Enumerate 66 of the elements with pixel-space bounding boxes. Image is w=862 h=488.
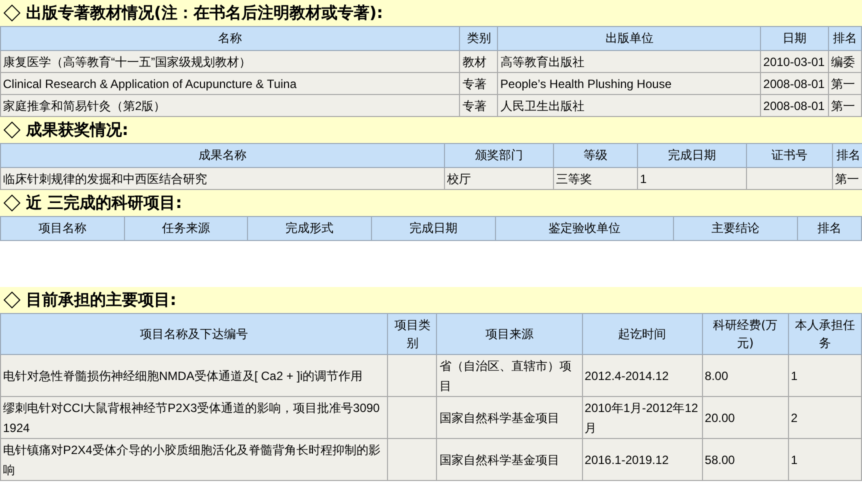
column-header: 起讫时间 <box>582 314 702 354</box>
table-cell: 康复医学（高等教育“十一五”国家级规划教材） <box>0 50 460 72</box>
table-cell: 8.00 <box>702 354 788 396</box>
table-cell: 2008-08-01 <box>760 94 829 116</box>
table-cell: 省（自治区、直辖市）项目 <box>436 354 582 396</box>
column-header: 出版单位 <box>498 26 761 50</box>
table-cell: 国家自然科学基金项目 <box>436 396 582 438</box>
table-cell: Clinical Research & Application of Acupuncture & Tuina <box>0 72 460 94</box>
column-header: 证书号 <box>746 144 832 168</box>
column-header: 类别 <box>460 26 498 50</box>
column-header: 名称 <box>0 26 460 50</box>
table-cell: 高等教育出版社 <box>498 50 761 72</box>
column-header: 完成形式 <box>248 216 372 240</box>
table-cell: 2010-03-01 <box>760 50 829 72</box>
column-header: 科研经费(万元) <box>702 314 788 354</box>
table-cell: 2012.4-2014.12 <box>582 354 702 396</box>
column-header: 完成日期 <box>638 144 746 168</box>
table-cell: 缪刺电针对CCI大鼠背根神经节P2X3受体通道的影响，项目批准号30901924 <box>0 396 388 438</box>
column-header: 完成日期 <box>372 216 496 240</box>
table-cell: 家庭推拿和简易针灸（第2版） <box>0 94 460 116</box>
column-header: 颁奖部门 <box>444 144 554 168</box>
table-cell: 编委 <box>828 50 862 72</box>
column-header: 项目来源 <box>436 314 582 354</box>
column-header: 项目名称 <box>0 216 124 240</box>
section-title: 成果获奖情况: <box>26 120 128 140</box>
column-header: 排名 <box>832 144 862 168</box>
table-cell: 1 <box>788 438 862 480</box>
column-header: 项目类别 <box>388 314 437 354</box>
column-header: 排名 <box>828 26 862 50</box>
table-cell: 电针镇痛对P2X4受体介导的小胶质细胞活化及脊髓背角长时程抑制的影响 <box>0 438 388 480</box>
table-cell: 1 <box>788 354 862 396</box>
table-cell <box>388 396 437 438</box>
table-cell: 校厅 <box>444 168 554 190</box>
table-cell: 第一 <box>828 72 862 94</box>
section-title: 出版专著教材情况(注：在书名后注明教材或专著): <box>26 2 384 24</box>
table-cell: 2010年1月-2012年12月 <box>582 396 702 438</box>
table-cell: 电针对急性脊髓损伤神经细胞NMDA受体通道及[ Ca2 + ]i的调节作用 <box>0 354 388 396</box>
column-header: 日期 <box>760 26 829 50</box>
table-cell: 三等奖 <box>554 168 638 190</box>
table-cell: 专著 <box>460 94 498 116</box>
column-header: 鉴定验收单位 <box>496 216 674 240</box>
section-title: 近 三完成的科研项目: <box>26 192 182 214</box>
table-cell <box>388 354 437 396</box>
table-cell: 国家自然科学基金项目 <box>436 438 582 480</box>
table-cell: 1 <box>638 168 746 190</box>
table-cell: 临床针刺规律的发掘和中西医结合研究 <box>0 168 444 190</box>
column-header: 任务来源 <box>124 216 248 240</box>
table-cell: 2008-08-01 <box>760 72 829 94</box>
table-cell: 教材 <box>460 50 498 72</box>
table-cell: People’s Health Plushing House <box>498 72 761 94</box>
table-cell: 专著 <box>460 72 498 94</box>
table-cell: 58.00 <box>702 438 788 480</box>
column-header: 项目名称及下达编号 <box>0 314 388 354</box>
column-header: 等级 <box>554 144 638 168</box>
section-title: 目前承担的主要项目: <box>26 290 176 310</box>
table-cell: 第一 <box>828 94 862 116</box>
column-header: 本人承担任务 <box>788 314 862 354</box>
column-header: 主要结论 <box>674 216 798 240</box>
table-cell: 2 <box>788 396 862 438</box>
column-header: 排名 <box>798 216 862 240</box>
table-cell: 人民卫生出版社 <box>498 94 761 116</box>
table-cell: 2016.1-2019.12 <box>582 438 702 480</box>
table-cell: 20.00 <box>702 396 788 438</box>
column-header: 成果名称 <box>0 144 444 168</box>
table-cell: 第一 <box>832 168 862 190</box>
table-cell <box>388 438 437 480</box>
